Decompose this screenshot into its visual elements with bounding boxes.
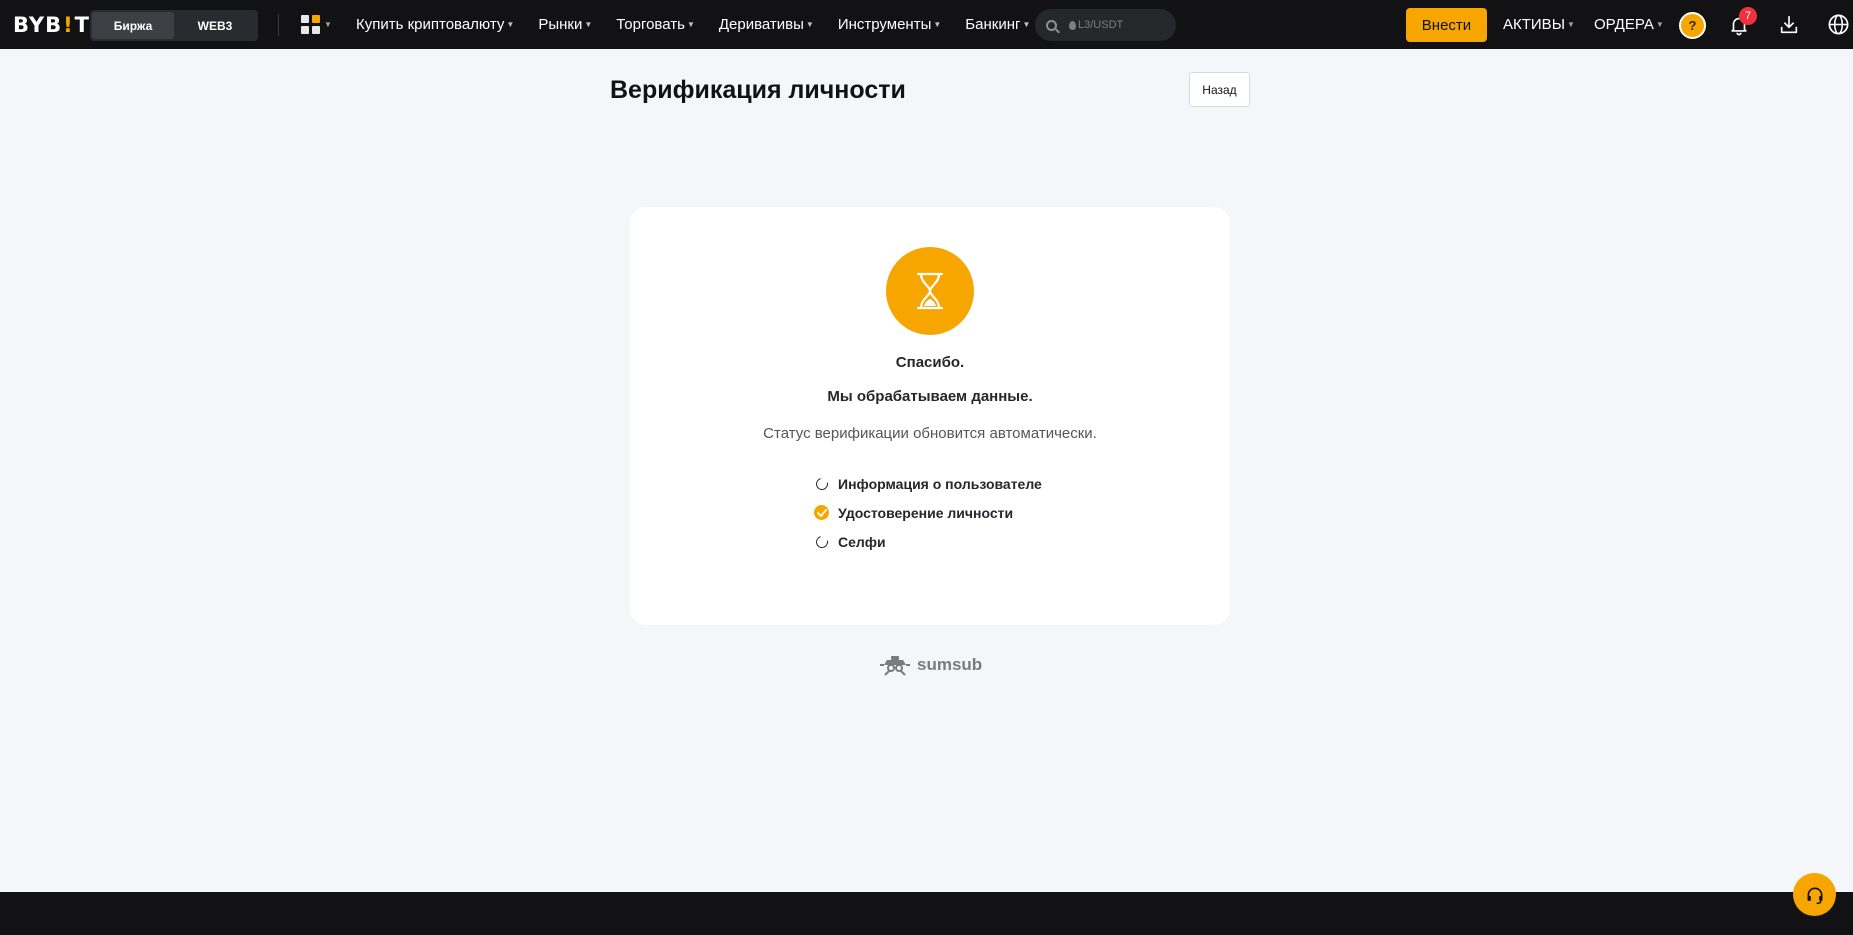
nav-markets[interactable]: Рынки ▼ <box>538 16 592 33</box>
top-navigation-bar: BYB! T Биржа WEB3 ▼ Купить криптовалюту ▼ … <box>0 0 1853 49</box>
step-identity-document: Удостоверение личности <box>814 498 1042 527</box>
step-label: Информация о пользователе <box>838 475 1042 492</box>
logo-text-left: BYB <box>13 13 63 37</box>
orders-menu[interactable]: ОРДЕРА ▼ <box>1594 0 1664 49</box>
exchange-tab[interactable]: Биржа <box>92 12 174 39</box>
chevron-down-icon: ▼ <box>1566 20 1575 29</box>
web3-tab[interactable]: WEB3 <box>174 12 256 39</box>
assets-label: АКТИВЫ <box>1503 16 1565 33</box>
nav-label: Банкинг <box>965 16 1021 33</box>
assets-menu[interactable]: АКТИВЫ ▼ <box>1503 0 1575 49</box>
chevron-down-icon: ▼ <box>1655 20 1664 29</box>
verification-status-card: Спасибо. Мы обрабатываем данные. Статус … <box>630 207 1230 625</box>
pending-spinner-icon <box>813 475 831 492</box>
check-circle-icon <box>814 505 829 520</box>
main-nav: Купить криптовалюту ▼ Рынки ▼ Торговать ▼ Д… <box>356 0 1054 49</box>
search-placeholder: L3/USDT <box>1069 19 1123 31</box>
deposit-button[interactable]: Внести <box>1406 8 1487 42</box>
logo-mark: ! <box>63 13 74 37</box>
exchange-web3-switcher: Биржа WEB3 <box>90 10 258 41</box>
pending-spinner-icon <box>813 533 831 550</box>
bybit-logo[interactable]: BYB! T <box>13 13 90 37</box>
step-label: Селфи <box>838 533 886 550</box>
nav-label: Инструменты <box>837 16 932 33</box>
processing-message: Мы обрабатываем данные. <box>827 388 1033 405</box>
verification-steps: Информация о пользователе Удостоверение … <box>813 469 1042 556</box>
hourglass-icon <box>886 247 974 335</box>
sumsub-logo: sumsub <box>879 653 982 677</box>
support-chat-button[interactable] <box>1793 873 1836 916</box>
step-selfie: Селфи <box>813 527 1042 556</box>
step-user-info: Информация о пользователе <box>813 469 1042 498</box>
nav-label: Рынки <box>538 16 583 33</box>
nav-divider <box>278 14 279 36</box>
chevron-down-icon: ▼ <box>584 20 593 29</box>
headset-icon <box>1807 887 1822 904</box>
notification-badge: 7 <box>1739 7 1757 25</box>
nav-banking[interactable]: Банкинг ▼ <box>965 16 1030 33</box>
chevron-down-icon: ▼ <box>805 20 814 29</box>
search-input[interactable]: L3/USDT <box>1035 9 1176 41</box>
orders-label: ОРДЕРА <box>1594 16 1654 33</box>
thanks-message: Спасибо. <box>895 354 965 371</box>
logo-text-right: T <box>74 13 90 37</box>
chevron-down-icon: ▼ <box>324 20 332 29</box>
chevron-down-icon: ▼ <box>686 20 695 29</box>
nav-label: Деривативы <box>718 16 804 33</box>
download-icon[interactable] <box>1778 14 1800 36</box>
step-label: Удостоверение личности <box>838 504 1014 521</box>
nav-label: Купить криптовалюту <box>356 16 505 33</box>
grid-apps-icon <box>301 15 320 34</box>
chevron-down-icon: ▼ <box>933 20 942 29</box>
nav-derivatives[interactable]: Деривативы ▼ <box>719 16 814 33</box>
page-title: Верификация личности <box>610 76 906 104</box>
footer-bar <box>0 892 1853 935</box>
nav-trade[interactable]: Торговать ▼ <box>616 16 695 33</box>
avatar[interactable]: ? <box>1679 12 1706 39</box>
back-button[interactable]: Назад <box>1189 72 1250 107</box>
chevron-down-icon: ▼ <box>1022 20 1031 29</box>
nav-label: Торговать <box>616 16 685 33</box>
auto-update-note: Статус верификации обновится автоматичес… <box>763 425 1097 442</box>
apps-menu-button[interactable]: ▼ <box>301 15 332 34</box>
search-icon <box>1046 19 1057 31</box>
sumsub-mascot-icon <box>880 656 910 676</box>
nav-buy-crypto[interactable]: Купить криптовалюту ▼ <box>356 16 514 33</box>
nav-tools[interactable]: Инструменты ▼ <box>838 16 941 33</box>
chevron-down-icon: ▼ <box>506 20 515 29</box>
globe-icon[interactable] <box>1827 13 1850 36</box>
token-icon <box>1069 20 1076 30</box>
sumsub-wordmark: sumsub <box>917 655 983 674</box>
